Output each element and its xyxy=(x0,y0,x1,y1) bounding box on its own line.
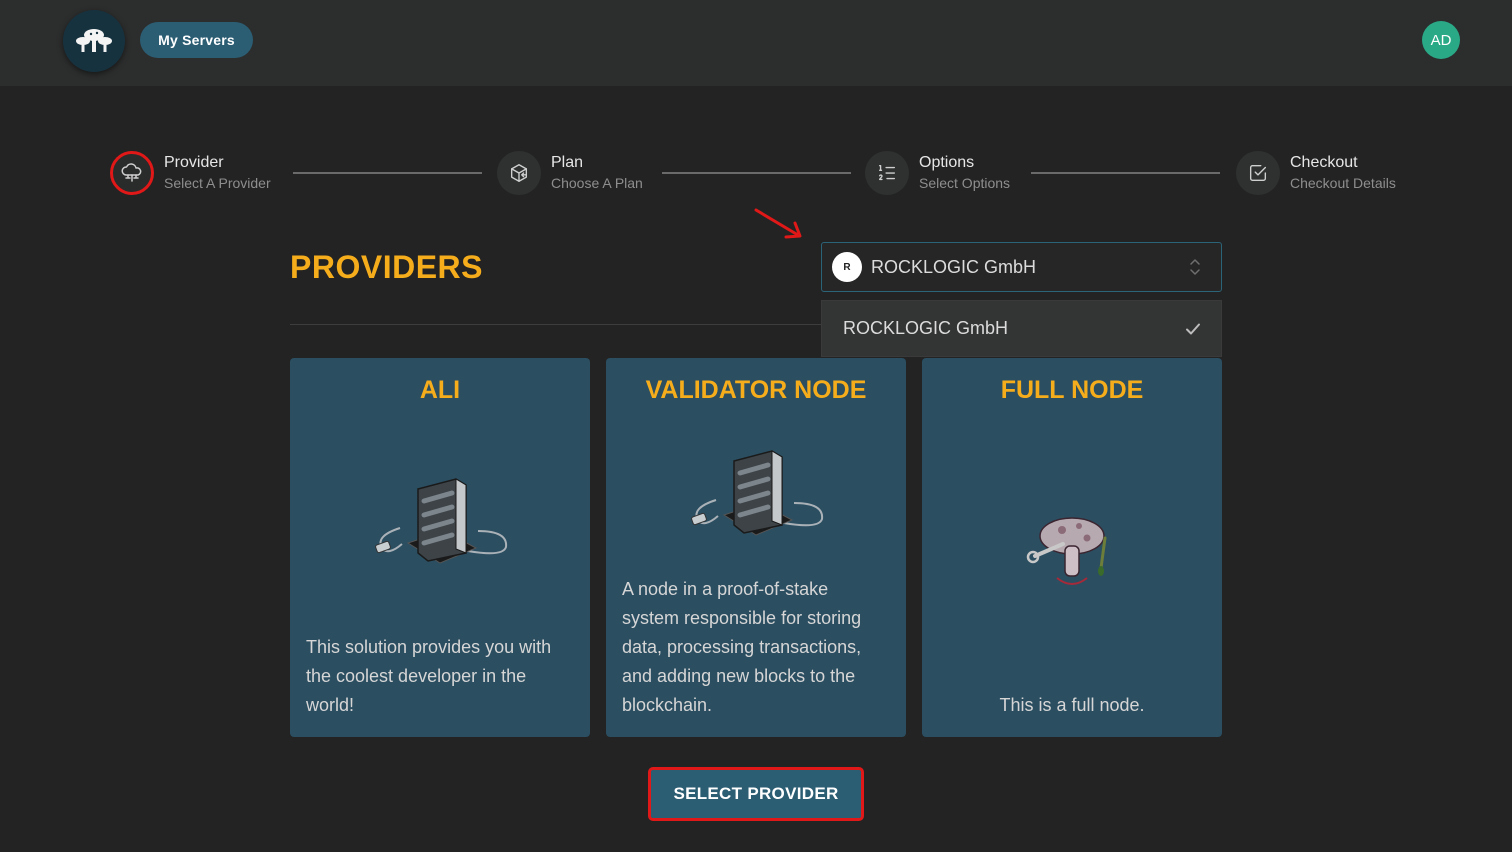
card-description: A node in a proof-of-stake system respon… xyxy=(622,579,862,715)
checkbox-icon xyxy=(1249,164,1267,182)
step-checkout-title: Checkout xyxy=(1290,154,1358,171)
provider-option-label: ROCKLOGIC GmbH xyxy=(843,318,1009,338)
step-checkout-icon-wrap xyxy=(1236,151,1280,195)
server-device-icon xyxy=(691,450,824,536)
step-provider-subtitle: Select A Provider xyxy=(164,175,271,191)
my-servers-button[interactable]: My Servers xyxy=(140,22,253,58)
server-image xyxy=(606,445,906,545)
chevron-up-down-icon xyxy=(1190,259,1200,275)
step-options-subtitle: Select Options xyxy=(919,175,1011,191)
card-title: FULL NODE xyxy=(1000,376,1144,404)
step-checkout[interactable]: Checkout Checkout Details xyxy=(1236,150,1396,196)
page-title: PROVIDERS xyxy=(290,249,483,285)
user-avatar[interactable]: AD xyxy=(1422,21,1460,59)
provider-option[interactable]: ROCKLOGIC GmbH xyxy=(821,300,1222,357)
top-bar: My Servers AD xyxy=(0,0,1512,86)
annotation-arrow-icon xyxy=(754,208,802,239)
select-provider-label: SELECT PROVIDER xyxy=(673,784,839,803)
server-image xyxy=(290,473,590,573)
provider-card-full-node[interactable]: FULL NODE This is a full node. xyxy=(922,358,1222,737)
step-connector xyxy=(662,172,851,174)
provider-card-validator-node[interactable]: VALIDATOR NODE A node in a proof-of-stak… xyxy=(606,358,906,737)
step-plan-icon-wrap xyxy=(497,151,541,195)
select-provider-button[interactable]: SELECT PROVIDER xyxy=(648,767,864,821)
step-provider[interactable]: Provider Select A Provider xyxy=(110,150,271,196)
mushroom-character-icon xyxy=(1026,517,1107,585)
step-options-title: Options xyxy=(919,154,975,171)
step-options[interactable]: Options Select Options xyxy=(865,150,1010,196)
list-numbers-icon xyxy=(878,164,896,181)
package-icon xyxy=(510,164,528,182)
mushroom-logo-icon xyxy=(76,29,112,52)
step-provider-title: Provider xyxy=(164,154,224,171)
server-device-icon xyxy=(375,478,508,564)
provider-select-value: ROCKLOGIC GmbH xyxy=(871,256,1037,277)
step-options-icon-wrap xyxy=(865,151,909,195)
step-connector xyxy=(1031,172,1220,174)
provider-select[interactable]: R ROCKLOGIC GmbH xyxy=(821,242,1222,292)
step-provider-icon-wrap xyxy=(110,151,154,195)
provider-logo: R xyxy=(832,252,862,282)
step-plan[interactable]: Plan Choose A Plan xyxy=(497,150,643,196)
step-checkout-subtitle: Checkout Details xyxy=(1290,175,1396,191)
step-connector xyxy=(293,172,482,174)
cloud-network-icon xyxy=(121,163,142,182)
step-plan-title: Plan xyxy=(551,154,584,171)
step-plan-subtitle: Choose A Plan xyxy=(551,175,643,191)
full-node-image xyxy=(922,508,1222,598)
check-icon xyxy=(1186,323,1200,335)
provider-card-ali[interactable]: ALI This solution provides you with the … xyxy=(290,358,590,737)
card-title: VALIDATOR NODE xyxy=(645,376,867,404)
provider-logo-text: R xyxy=(843,261,851,273)
card-description: This is a full node. xyxy=(999,695,1145,715)
card-title: ALI xyxy=(419,376,461,404)
app-logo[interactable] xyxy=(63,10,125,72)
card-description: This solution provides you with the cool… xyxy=(306,637,552,715)
